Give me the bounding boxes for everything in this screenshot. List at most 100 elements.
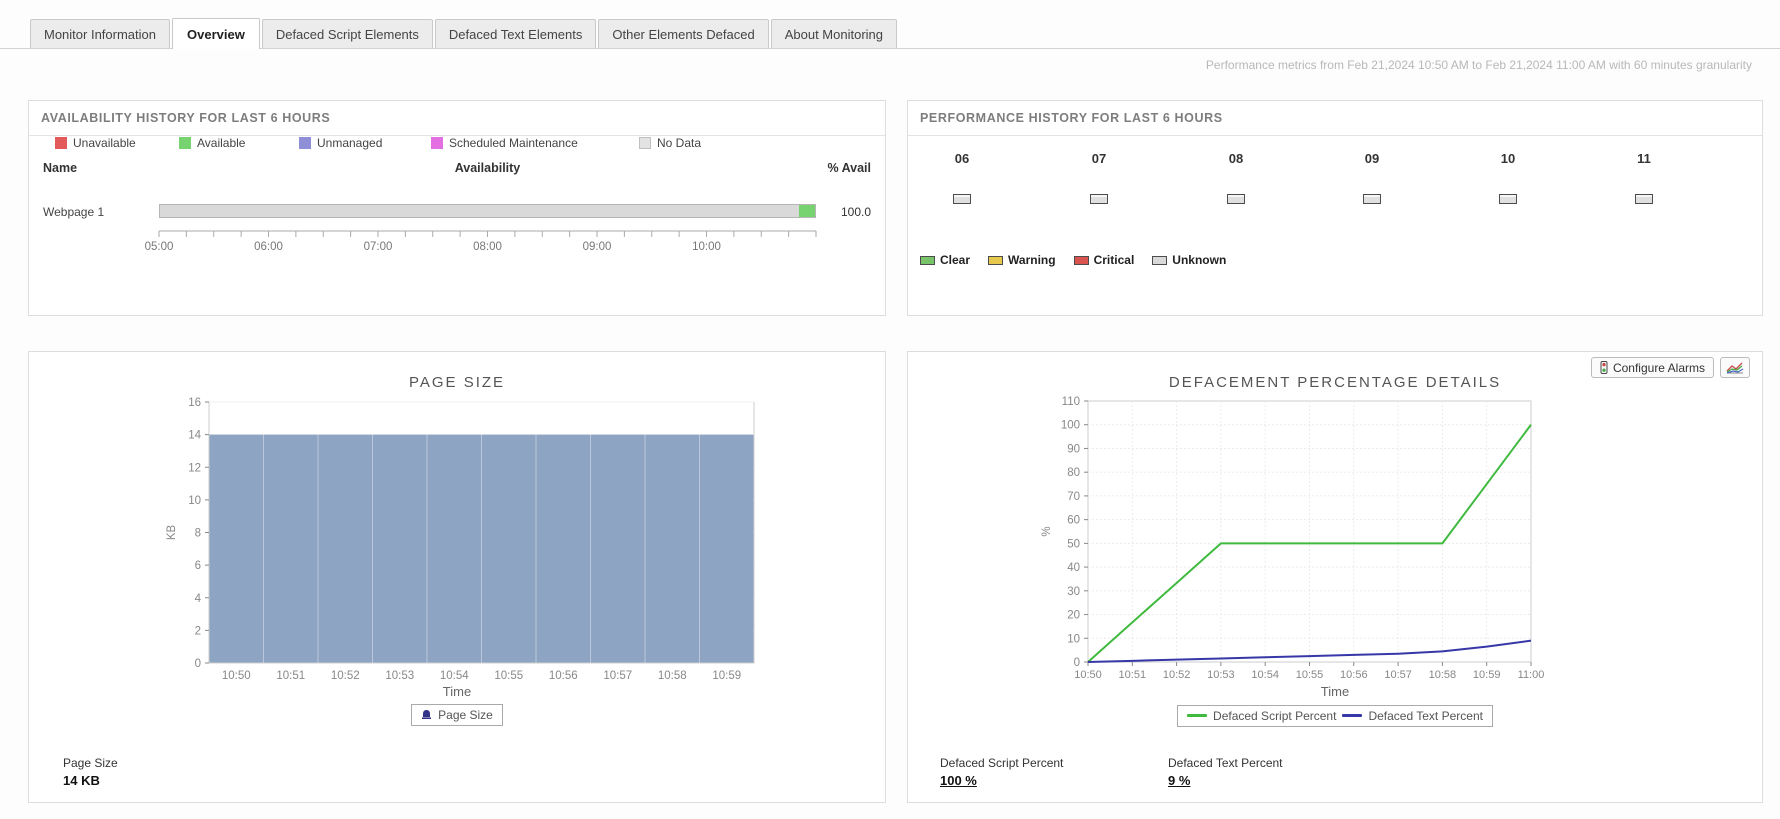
availability-panel-title: AVAILABILITY HISTORY FOR LAST 6 HOURS bbox=[29, 101, 885, 136]
svg-text:100: 100 bbox=[1061, 420, 1080, 432]
defaced-script-summary-value[interactable]: 100 % bbox=[940, 773, 1063, 788]
svg-text:10:53: 10:53 bbox=[1207, 669, 1235, 681]
metrics-granularity-note: Performance metrics from Feb 21,2024 10:… bbox=[1205, 58, 1752, 72]
svg-text:8: 8 bbox=[195, 528, 201, 540]
svg-text:10:57: 10:57 bbox=[603, 670, 632, 682]
svg-text:110: 110 bbox=[1062, 396, 1080, 408]
text-percent-line-sample bbox=[1342, 714, 1363, 717]
page-size-bar-chart: 0 2 4 6 8 10 12 14 16 10:50 10:51 10:52 10:53 10:54 10… bbox=[166, 397, 755, 682]
svg-text:11:00: 11:00 bbox=[1518, 669, 1545, 681]
performance-panel-title: PERFORMANCE HISTORY FOR LAST 6 HOURS bbox=[908, 101, 1762, 136]
page-size-summary-label: Page Size bbox=[63, 756, 118, 770]
availability-legend: Unavailable Available Unmanaged Schedule… bbox=[29, 136, 887, 156]
svg-text:KB: KB bbox=[166, 525, 178, 541]
legend-item-unavailable: Unavailable bbox=[55, 136, 136, 150]
configure-alarms-button[interactable]: Configure Alarms bbox=[1590, 357, 1714, 378]
svg-text:06:00: 06:00 bbox=[254, 241, 283, 253]
svg-text:10:55: 10:55 bbox=[1296, 669, 1324, 681]
legend-item-unmanaged: Unmanaged bbox=[299, 136, 382, 150]
legend-item-unknown: Unknown bbox=[1152, 253, 1226, 267]
svg-text:10:55: 10:55 bbox=[494, 670, 523, 682]
legend-item-warning: Warning bbox=[988, 253, 1056, 267]
svg-text:60: 60 bbox=[1067, 515, 1080, 527]
page-size-xaxis-label: Time bbox=[442, 684, 472, 699]
svg-text:12: 12 bbox=[188, 462, 201, 474]
status-block-icon[interactable] bbox=[1363, 194, 1381, 204]
tab-defaced-text-elements[interactable]: Defaced Text Elements bbox=[434, 19, 597, 48]
svg-text:10:56: 10:56 bbox=[549, 670, 578, 682]
svg-text:20: 20 bbox=[1067, 610, 1080, 622]
unmanaged-swatch bbox=[299, 137, 311, 149]
svg-text:10:51: 10:51 bbox=[1119, 669, 1147, 681]
tab-defaced-script-elements[interactable]: Defaced Script Elements bbox=[261, 19, 433, 48]
svg-text:16: 16 bbox=[188, 397, 201, 409]
hour-cell-07: 07 bbox=[1039, 151, 1159, 204]
status-block-icon[interactable] bbox=[1090, 194, 1108, 204]
page-size-chart-title: PAGE SIZE bbox=[408, 374, 506, 391]
status-block-icon[interactable] bbox=[1227, 194, 1245, 204]
availability-time-axis: 05:00 06:00 07:00 08:00 09:00 10:00 bbox=[145, 230, 817, 253]
defaced-script-summary: Defaced Script Percent 100 % bbox=[940, 756, 1063, 788]
svg-text:14: 14 bbox=[188, 430, 201, 442]
defacement-legend: Defaced Script Percent Defaced Text Perc… bbox=[908, 704, 1762, 727]
availability-segment[interactable] bbox=[799, 205, 815, 217]
defaced-text-summary-label: Defaced Text Percent bbox=[1168, 756, 1283, 770]
monitor-name: Webpage 1 bbox=[43, 205, 105, 219]
critical-swatch bbox=[1073, 255, 1089, 265]
tab-monitor-information[interactable]: Monitor Information bbox=[30, 19, 170, 48]
hour-cell-06: 06 bbox=[902, 151, 1022, 204]
svg-text:05:00: 05:00 bbox=[145, 241, 174, 253]
svg-text:10:53: 10:53 bbox=[385, 670, 414, 682]
svg-text:4: 4 bbox=[195, 593, 202, 605]
unavailable-swatch bbox=[55, 137, 67, 149]
svg-text:10:00: 10:00 bbox=[692, 241, 721, 253]
hour-cell-08: 08 bbox=[1176, 151, 1296, 204]
tab-about-monitoring[interactable]: About Monitoring bbox=[770, 19, 897, 48]
svg-text:10:58: 10:58 bbox=[658, 670, 687, 682]
warning-swatch bbox=[988, 255, 1004, 265]
legend-item-clear: Clear bbox=[920, 253, 970, 267]
hour-cell-09: 09 bbox=[1312, 151, 1432, 204]
svg-text:10:57: 10:57 bbox=[1384, 669, 1412, 681]
status-block-icon[interactable] bbox=[953, 194, 971, 204]
tab-other-elements-defaced[interactable]: Other Elements Defaced bbox=[598, 19, 769, 48]
defaced-script-summary-label: Defaced Script Percent bbox=[940, 756, 1064, 770]
status-block-icon[interactable] bbox=[1499, 194, 1517, 204]
svg-text:80: 80 bbox=[1067, 467, 1080, 479]
defaced-text-summary-value[interactable]: 9 % bbox=[1168, 773, 1283, 788]
svg-text:10:54: 10:54 bbox=[440, 670, 469, 682]
column-header-percent-avail: % Avail bbox=[827, 161, 871, 175]
svg-text:10: 10 bbox=[188, 495, 201, 507]
no-data-swatch bbox=[639, 137, 651, 149]
availability-segment[interactable] bbox=[160, 205, 800, 217]
page-size-summary-value: 14 KB bbox=[63, 773, 100, 788]
svg-text:10:59: 10:59 bbox=[712, 670, 741, 682]
available-swatch bbox=[179, 137, 191, 149]
svg-text:10:54: 10:54 bbox=[1251, 669, 1279, 681]
svg-text:%: % bbox=[1041, 526, 1053, 536]
traffic-light-icon bbox=[1600, 361, 1608, 374]
legend-item-critical: Critical bbox=[1073, 253, 1134, 267]
availability-timeline-bar[interactable] bbox=[159, 204, 816, 218]
defacement-line-chart: 0 10 20 30 40 50 60 70 80 90 100 110 10:50 10:51 10:52… bbox=[1041, 396, 1545, 681]
tab-overview[interactable]: Overview bbox=[172, 18, 260, 49]
line-chart-icon bbox=[1726, 362, 1744, 374]
unknown-swatch bbox=[1152, 255, 1168, 265]
tab-bar: Monitor Information Overview Defaced Scr… bbox=[0, 17, 1780, 49]
availability-percent-value: 100.0 bbox=[840, 205, 871, 219]
legend-item-available: Available bbox=[179, 136, 245, 150]
text-percent-legend-label: Defaced Text Percent bbox=[1368, 708, 1483, 723]
svg-text:07:00: 07:00 bbox=[364, 241, 393, 253]
svg-text:10: 10 bbox=[1067, 633, 1080, 645]
svg-text:10:50: 10:50 bbox=[1074, 669, 1102, 681]
dashboard-page: Monitor Information Overview Defaced Scr… bbox=[0, 0, 1780, 819]
page-size-summary: Page Size 14 KB bbox=[63, 756, 118, 788]
view-graph-button[interactable] bbox=[1720, 357, 1750, 378]
svg-text:10:59: 10:59 bbox=[1473, 669, 1501, 681]
defacement-xaxis-label: Time bbox=[1320, 684, 1350, 699]
status-block-icon[interactable] bbox=[1635, 194, 1653, 204]
defacement-toolbar: Configure Alarms bbox=[1590, 357, 1750, 378]
legend-item-scheduled-maintenance: Scheduled Maintenance bbox=[431, 136, 578, 150]
svg-text:10:58: 10:58 bbox=[1429, 669, 1457, 681]
column-header-availability: Availability bbox=[454, 161, 521, 175]
